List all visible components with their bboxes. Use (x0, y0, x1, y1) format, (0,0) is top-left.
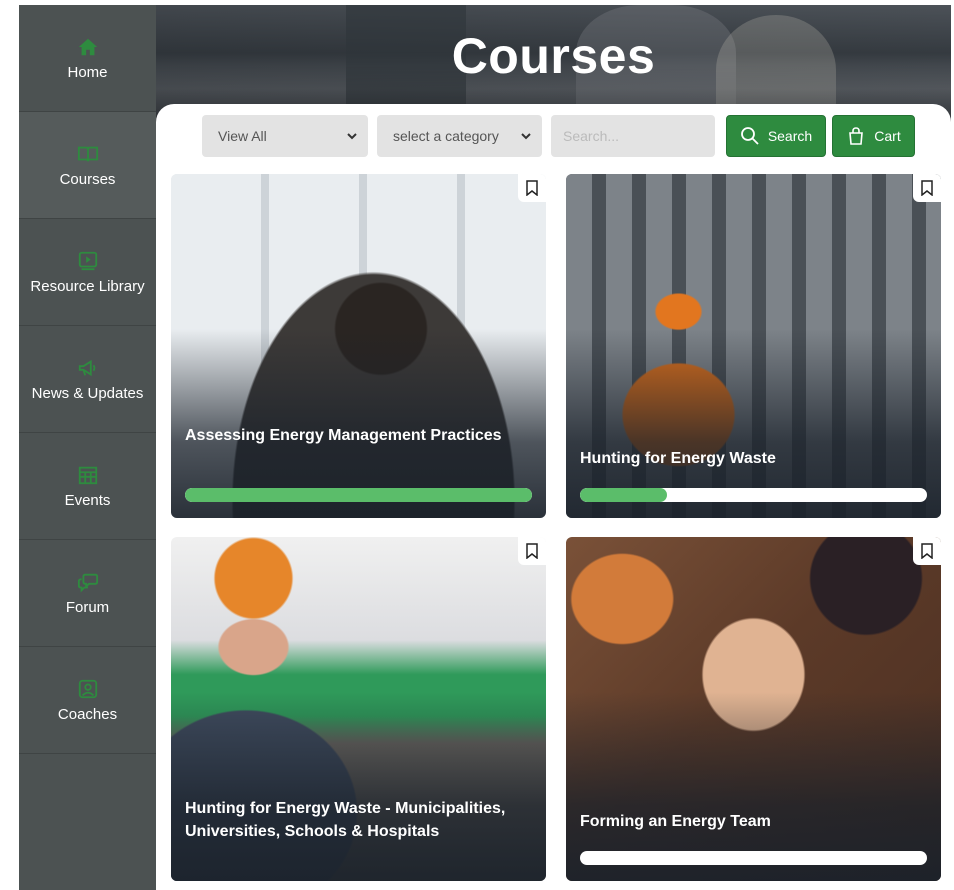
course-progress-bar (185, 488, 532, 502)
sidebar-item-home[interactable]: Home (19, 5, 156, 112)
sidebar-item-coaches[interactable]: Coaches (19, 647, 156, 754)
sidebar-item-forum[interactable]: Forum (19, 540, 156, 647)
page-title: Courses (451, 28, 656, 84)
course-card[interactable]: Assessing Energy Management Practices (171, 174, 546, 518)
course-card[interactable]: Hunting for Energy Waste - Municipalitie… (171, 537, 546, 881)
sidebar-item-label: Resource Library (30, 277, 145, 295)
video-library-icon (78, 251, 97, 270)
bookmark-icon (921, 180, 933, 196)
sidebar-item-label: Forum (65, 598, 110, 616)
course-progress-bar (580, 851, 927, 865)
bookmark-button[interactable] (913, 174, 941, 202)
sidebar-item-courses[interactable]: Courses (19, 112, 156, 219)
course-title: Hunting for Energy Waste - Municipalitie… (185, 800, 506, 840)
bookmark-icon (526, 180, 538, 196)
course-title: Hunting for Energy Waste (580, 450, 776, 467)
home-icon (78, 38, 97, 55)
course-card[interactable]: Forming an Energy Team (566, 537, 941, 881)
calendar-grid-icon (78, 466, 97, 484)
category-value: select a category (393, 128, 499, 144)
shopping-bag-icon (849, 127, 864, 145)
coach-profile-icon (78, 679, 97, 698)
megaphone-icon (78, 359, 95, 376)
bookmark-button[interactable] (518, 537, 546, 565)
search-input[interactable]: Search... (551, 115, 715, 157)
search-placeholder: Search... (563, 128, 620, 144)
chevron-down-icon (521, 133, 531, 140)
chevron-down-icon (347, 133, 357, 140)
sidebar: Home Courses Resource Library News & Upd… (19, 5, 156, 890)
sidebar-item-label: Home (67, 63, 108, 81)
course-progress-fill (580, 488, 667, 502)
view-filter-select[interactable]: View All (202, 115, 368, 157)
search-icon (740, 127, 759, 145)
sidebar-item-label: Events (64, 491, 111, 509)
bookmark-icon (921, 543, 933, 559)
view-filter-value: View All (218, 128, 267, 144)
sidebar-item-events[interactable]: Events (19, 433, 156, 540)
course-title: Assessing Energy Management Practices (185, 427, 502, 444)
sidebar-item-news-updates[interactable]: News & Updates (19, 326, 156, 433)
sidebar-item-resource-library[interactable]: Resource Library (19, 219, 156, 326)
main-panel: View All select a category Search... Sea… (156, 104, 951, 890)
bookmark-icon (526, 543, 538, 559)
chat-bubbles-icon (77, 573, 98, 592)
bookmark-button[interactable] (518, 174, 546, 202)
category-select[interactable]: select a category (377, 115, 542, 157)
book-icon (77, 146, 98, 161)
course-card[interactable]: Hunting for Energy Waste (566, 174, 941, 518)
bookmark-button[interactable] (913, 537, 941, 565)
cart-button-label: Cart (874, 128, 901, 144)
sidebar-item-label: Coaches (57, 705, 118, 723)
course-title: Forming an Energy Team (580, 813, 771, 830)
search-button-label: Search (767, 128, 813, 144)
course-progress-fill (185, 488, 532, 502)
sidebar-item-label: News & Updates (31, 384, 144, 402)
cart-button[interactable]: Cart (832, 115, 915, 157)
course-progress-bar (580, 488, 927, 502)
search-button[interactable]: Search (726, 115, 826, 157)
sidebar-item-label: Courses (59, 170, 116, 188)
